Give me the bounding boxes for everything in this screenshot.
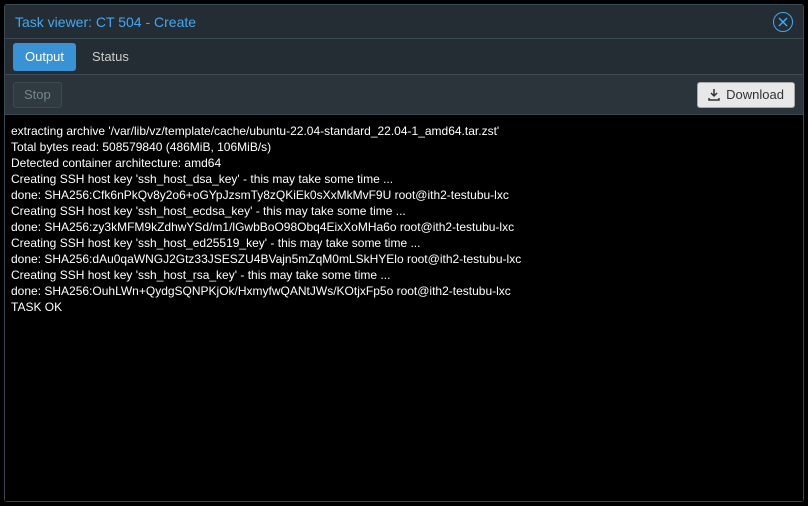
stop-button[interactable]: Stop bbox=[13, 82, 62, 108]
close-button[interactable] bbox=[773, 12, 793, 32]
download-button[interactable]: Download bbox=[697, 82, 795, 108]
tab-status[interactable]: Status bbox=[80, 43, 141, 71]
window-titlebar: Task viewer: CT 504 - Create bbox=[5, 5, 803, 39]
task-viewer-window: Task viewer: CT 504 - Create Output Stat… bbox=[4, 4, 804, 502]
download-icon bbox=[708, 89, 720, 101]
log-output: extracting archive '/var/lib/vz/template… bbox=[11, 123, 797, 315]
download-label: Download bbox=[726, 87, 784, 102]
close-icon bbox=[778, 17, 788, 27]
tab-bar: Output Status bbox=[5, 39, 803, 75]
output-panel[interactable]: extracting archive '/var/lib/vz/template… bbox=[5, 115, 803, 501]
tab-output[interactable]: Output bbox=[13, 43, 76, 71]
window-title: Task viewer: CT 504 - Create bbox=[15, 14, 773, 30]
toolbar: Stop Download bbox=[5, 75, 803, 115]
